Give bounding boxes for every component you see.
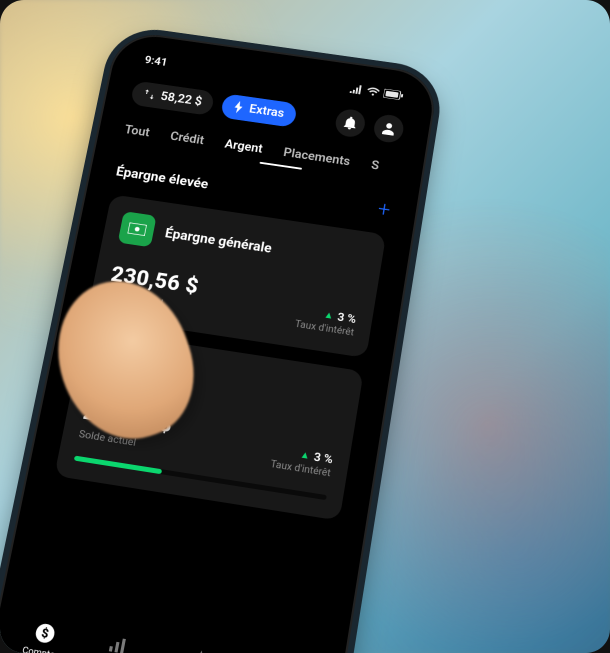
nav-comptes[interactable]: $ Comptes — [21, 619, 65, 653]
status-icons — [349, 84, 404, 100]
bell-icon — [343, 116, 359, 130]
status-time: 9:41 — [144, 53, 169, 68]
arrow-up-icon: ▲ — [323, 309, 335, 321]
nav-donnees[interactable]: Données — [94, 631, 137, 653]
wifi-icon — [366, 86, 381, 97]
card-rate: 3 % — [313, 450, 334, 467]
extras-button[interactable]: Extras — [220, 93, 297, 127]
add-account-button[interactable]: + — [376, 200, 391, 222]
person-icon — [381, 121, 397, 135]
profile-button[interactable] — [372, 113, 405, 144]
tab-tout[interactable]: Tout — [123, 123, 150, 140]
swap-icon — [143, 88, 156, 100]
bottom-nav: $ Comptes Données Récompenses — [0, 606, 332, 653]
tab-credit[interactable]: Crédit — [169, 130, 205, 148]
battery-icon — [383, 89, 404, 101]
balance-chip[interactable]: 58,22 $ — [130, 80, 216, 115]
bar-chart-icon — [104, 632, 131, 653]
sparkle-icon — [187, 645, 214, 653]
card-rate: 3 % — [336, 310, 357, 326]
tab-more[interactable]: S — [370, 159, 380, 174]
signal-icon — [349, 84, 364, 95]
cash-icon — [118, 211, 157, 247]
balance-chip-value: 58,22 $ — [159, 89, 203, 108]
goal-progress-fill — [74, 456, 163, 475]
bolt-icon — [233, 100, 245, 114]
dollar-circle-icon: $ — [31, 620, 58, 646]
extras-label: Extras — [248, 102, 285, 120]
arrow-up-icon: ▲ — [299, 449, 311, 461]
tab-argent[interactable]: Argent — [224, 137, 264, 156]
section-title: Épargne élevée — [115, 164, 210, 192]
photo-background: 9:41 58,22 $ Extras — [0, 0, 610, 653]
nav-recompenses[interactable]: Récompenses — [166, 643, 231, 653]
nav-label: Comptes — [21, 646, 60, 653]
notifications-button[interactable] — [334, 108, 367, 139]
